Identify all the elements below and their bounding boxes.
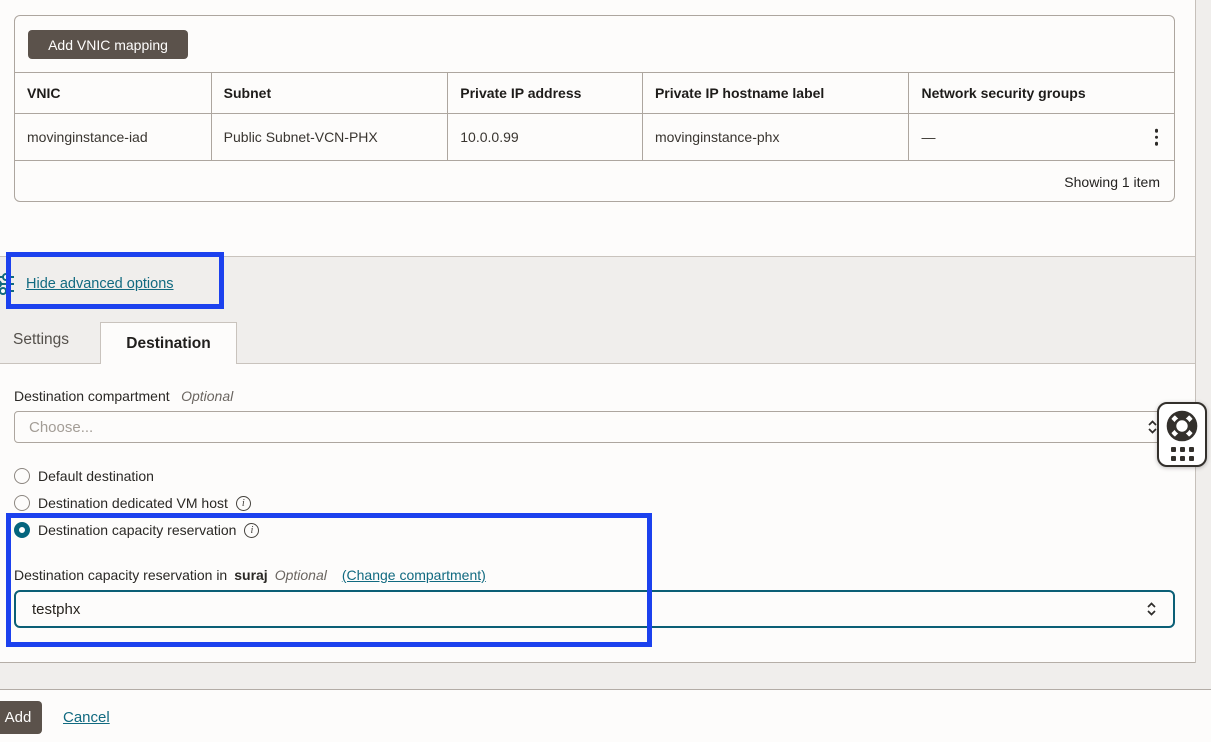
reservation-compartment-name: suraj (234, 567, 267, 583)
tab-destination[interactable]: Destination (100, 322, 237, 364)
optional-badge: Optional (181, 388, 233, 404)
optional-badge: Optional (275, 567, 327, 583)
showing-items-text: Showing 1 item (1064, 174, 1160, 190)
radio-default-destination-label: Default destination (38, 468, 154, 484)
radio-capacity-reservation-label: Destination capacity reservation (38, 522, 236, 538)
capacity-reservation-select[interactable]: testphx (14, 590, 1175, 628)
advanced-options-sliders-icon (0, 272, 14, 296)
row-actions-kebab-icon[interactable] (1149, 125, 1165, 150)
change-compartment-link[interactable]: (Change compartment) (342, 567, 486, 583)
cell-nsg: — (908, 114, 1174, 160)
panel-right-border (1195, 0, 1196, 663)
cell-subnet: Public Subnet-VCN-PHX (211, 114, 448, 160)
column-header-subnet: Subnet (211, 73, 448, 113)
destination-compartment-label: Destination compartment Optional (14, 388, 233, 406)
cell-hostname-label: movinginstance-phx (642, 114, 909, 160)
table-footer: Showing 1 item (15, 160, 1174, 202)
capacity-reservation-select-value: testphx (32, 601, 80, 618)
column-header-hostname-label: Private IP hostname label (642, 73, 909, 113)
radio-capacity-reservation[interactable] (14, 522, 30, 538)
capacity-reservation-label: Destination capacity reservation in sura… (14, 567, 486, 583)
cell-private-ip: 10.0.0.99 (447, 114, 642, 160)
table-header-row: VNIC Subnet Private IP address Private I… (15, 72, 1174, 113)
cell-vnic: movinginstance-iad (15, 114, 211, 160)
info-icon[interactable]: i (236, 496, 251, 511)
cancel-link[interactable]: Cancel (63, 709, 110, 726)
floating-helper-widget[interactable] (1157, 402, 1207, 467)
reservation-label-prefix: Destination capacity reservation in (14, 567, 227, 583)
radio-row-default-destination: Default destination (14, 468, 154, 484)
table-toolbar: Add VNIC mapping (15, 16, 1174, 72)
column-header-private-ip: Private IP address (447, 73, 642, 113)
grid-dots-icon (1171, 447, 1194, 461)
column-header-vnic: VNIC (15, 73, 211, 113)
select-stepper-icon (1146, 600, 1157, 618)
info-icon[interactable]: i (244, 523, 259, 538)
table-row: movinginstance-iad Public Subnet-VCN-PHX… (15, 113, 1174, 160)
dialog-footer: Add Cancel (0, 689, 1211, 742)
radio-dedicated-vm-host[interactable] (14, 495, 30, 511)
column-header-nsg: Network security groups (908, 73, 1174, 113)
add-button[interactable]: Add (0, 701, 42, 734)
radio-row-capacity-reservation: Destination capacity reservation i (14, 522, 259, 538)
vnic-mapping-table: Add VNIC mapping VNIC Subnet Private IP … (14, 15, 1175, 202)
destination-compartment-label-text: Destination compartment (14, 388, 170, 404)
life-ring-icon (1164, 408, 1200, 444)
hide-advanced-options-link[interactable]: Hide advanced options (26, 276, 174, 292)
select-placeholder: Choose... (29, 419, 93, 436)
radio-row-dedicated-vm-host: Destination dedicated VM host i (14, 495, 251, 511)
add-vnic-mapping-button[interactable]: Add VNIC mapping (28, 30, 188, 59)
radio-dedicated-vm-host-label: Destination dedicated VM host (38, 495, 228, 511)
radio-default-destination[interactable] (14, 468, 30, 484)
tab-destination-label: Destination (126, 335, 210, 353)
tab-settings[interactable]: Settings (13, 331, 69, 349)
destination-compartment-select[interactable]: Choose... (14, 411, 1175, 443)
